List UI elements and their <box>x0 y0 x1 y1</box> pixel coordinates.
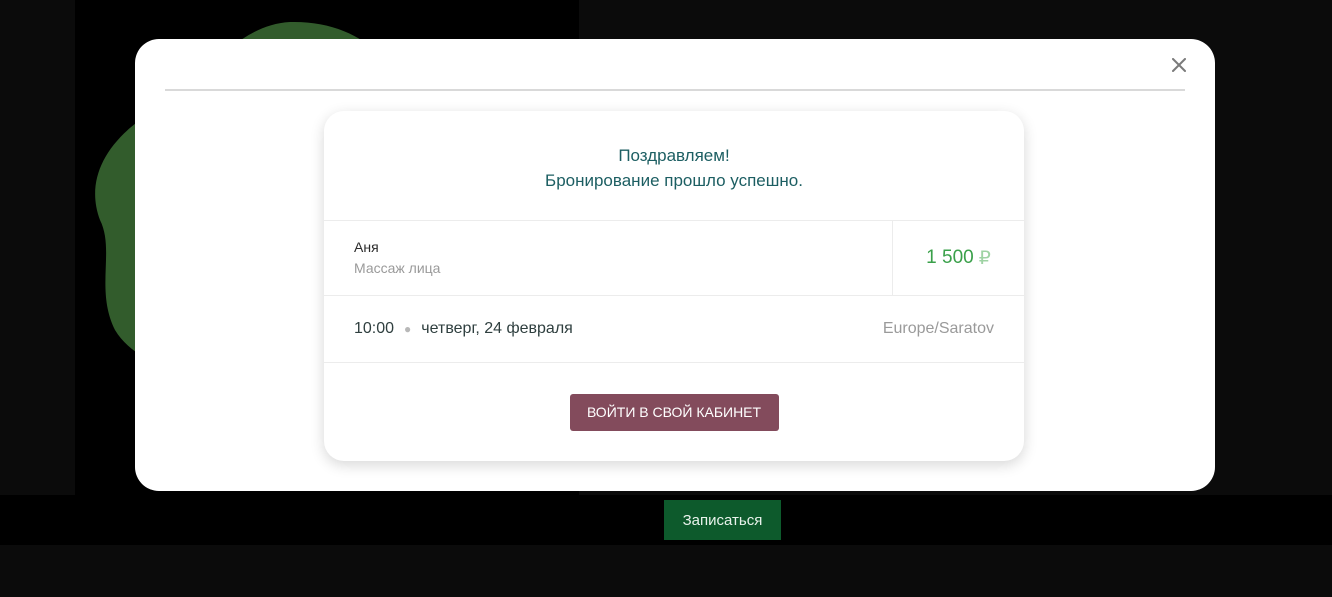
service-row: Аня Массаж лица 1 500 ₽ <box>324 221 1024 296</box>
master-name: Аня <box>354 239 379 255</box>
success-message: Поздравляем! Бронирование прошло успешно… <box>324 111 1024 221</box>
price-value: 1 500 <box>926 247 974 268</box>
price: 1 500 ₽ <box>893 221 1024 295</box>
currency-symbol: ₽ <box>978 247 991 269</box>
separator-dot-icon: ● <box>404 322 412 336</box>
success-title: Поздравляем! <box>618 145 730 165</box>
modal-divider <box>165 89 1185 91</box>
service-name: Массаж лица <box>354 260 441 276</box>
login-cabinet-button[interactable]: ВОЙТИ В СВОЙ КАБИНЕТ <box>569 393 779 431</box>
datetime-row: 10:00 ● четверг, 24 февраля Europe/Sarat… <box>324 296 1024 363</box>
booking-date: четверг, 24 февраля <box>421 320 573 337</box>
action-area: ВОЙТИ В СВОЙ КАБИНЕТ <box>324 363 1024 460</box>
booking-success-modal: Поздравляем! Бронирование прошло успешно… <box>135 39 1215 491</box>
book-button[interactable]: Записаться <box>664 500 781 540</box>
close-button[interactable] <box>1167 53 1191 77</box>
close-icon <box>1172 58 1186 72</box>
service-info: Аня Массаж лица <box>324 221 893 295</box>
timezone: Europe/Saratov <box>882 320 994 337</box>
booking-time: 10:00 <box>354 320 395 337</box>
success-subtitle: Бронирование прошло успешно. <box>545 170 803 190</box>
booking-card: Поздравляем! Бронирование прошло успешно… <box>324 111 1024 461</box>
